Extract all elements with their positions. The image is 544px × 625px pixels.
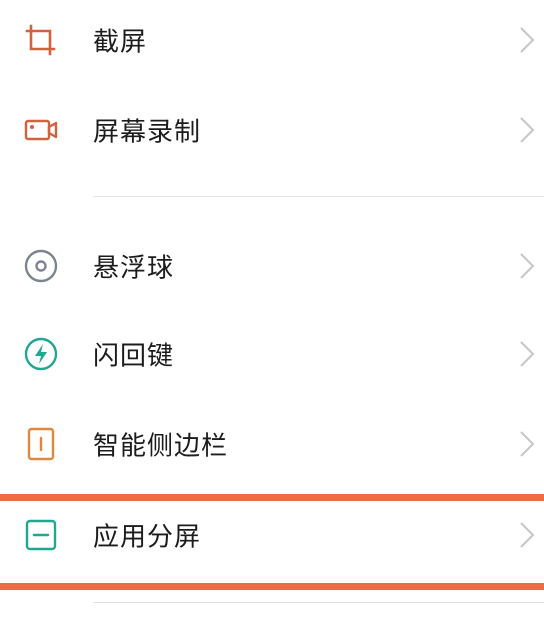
chevron-right-icon [518, 115, 536, 145]
settings-screen: 截屏 屏幕录制 悬浮球 闪回键 智能侧边栏 应用分屏 [0, 0, 544, 625]
settings-item-screenshot[interactable]: 截屏 [0, 0, 544, 85]
settings-item-screen-record[interactable]: 屏幕录制 [0, 85, 544, 175]
settings-item-label: 屏幕录制 [93, 117, 202, 148]
section-divider [93, 196, 544, 197]
lightning-icon [22, 335, 60, 373]
settings-item-flash-back-key[interactable]: 闪回键 [0, 309, 544, 399]
floating-ball-icon [22, 247, 60, 285]
settings-item-split-screen[interactable]: 应用分屏 [0, 490, 544, 580]
chevron-right-icon [518, 429, 536, 459]
sidebar-icon [22, 425, 60, 463]
settings-item-floating-ball[interactable]: 悬浮球 [0, 221, 544, 311]
settings-item-label: 截屏 [93, 27, 148, 58]
split-screen-icon [22, 516, 60, 554]
chevron-right-icon [518, 251, 536, 281]
settings-item-label: 闪回键 [93, 341, 175, 372]
chevron-right-icon [518, 25, 536, 55]
chevron-right-icon [518, 339, 536, 369]
settings-item-label: 应用分屏 [93, 522, 202, 553]
video-camera-icon [22, 111, 60, 149]
settings-item-smart-sidebar[interactable]: 智能侧边栏 [0, 399, 544, 489]
crop-icon [22, 21, 60, 59]
settings-item-label: 悬浮球 [93, 253, 175, 284]
section-divider [93, 602, 544, 603]
settings-item-label: 智能侧边栏 [93, 431, 229, 462]
chevron-right-icon [518, 520, 536, 550]
